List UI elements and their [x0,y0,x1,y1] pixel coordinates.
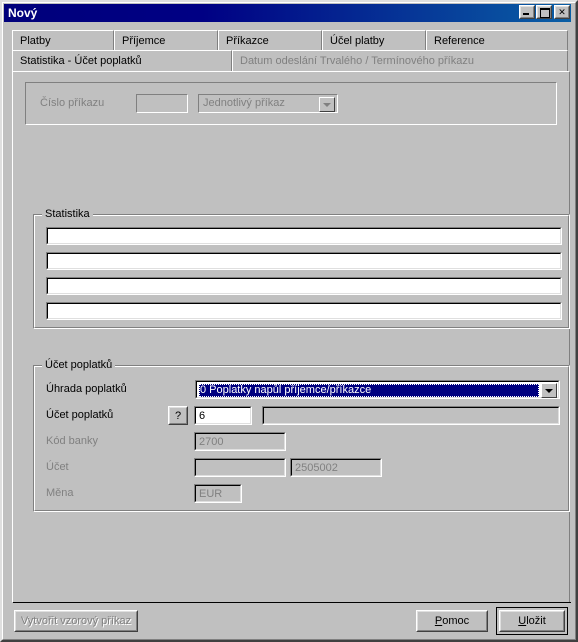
title-bar-buttons: ✕ [519,5,570,19]
tab-strip: Platby Příjemce Příkazce Účel platby Ref… [12,30,570,72]
tab-row-2: Statistika - Účet poplatků Datum odeslán… [12,50,570,71]
bank-code-label: Kód banky [46,435,98,447]
statistika-input-3-inner [47,278,561,294]
save-button[interactable]: Uložit [499,610,565,632]
close-icon: ✕ [558,6,566,17]
tab-ucel-platby[interactable]: Účel platby [322,30,426,51]
tab-prijemce[interactable]: Příjemce [114,30,218,51]
bank-code-input[interactable]: 2700 [194,432,286,451]
panel-shadow-line [13,602,571,603]
question-mark-icon: ? [174,409,182,422]
account-number-input[interactable]: 2505002 [290,458,382,477]
fee-account-help-button[interactable]: ? [168,406,188,425]
fee-payment-combobox[interactable]: 0 Poplatky napůl příjemce/příkazce [195,380,560,399]
statistika-input-1-inner [47,228,561,244]
fee-account-code-input[interactable]: 6 [194,406,252,425]
bank-code-value: 2700 [199,436,224,448]
order-number-input[interactable] [136,94,188,113]
create-template-order-label: Vytvořit vzorový příkaz [20,615,132,627]
statistika-group: Statistika [33,208,570,329]
help-button-label: Pomoc [435,615,469,627]
chevron-down-icon[interactable] [319,97,335,112]
title-bar[interactable]: Nový ✕ [4,4,571,22]
bank-code-inner: 2700 [195,433,285,450]
account-row-label: Účet [46,461,69,473]
currency-inner: EUR [195,485,241,502]
minimize-button[interactable] [519,5,535,19]
order-type-combobox[interactable]: Jednotlivý příkaz [198,94,338,113]
fee-account-code-inner: 6 [195,407,251,424]
tab-reference[interactable]: Reference [426,30,568,51]
statistika-input-4-inner [47,303,561,319]
tab-platby[interactable]: Platby [12,30,114,51]
create-template-order-button[interactable]: Vytvořit vzorový příkaz [14,610,138,632]
tab-statistika-ucet-poplatku[interactable]: Statistika - Účet poplatků [12,50,232,71]
maximize-icon [540,8,550,18]
account-prefix-inner [195,459,285,476]
tab-row-1: Platby Příjemce Příkazce Účel platby Ref… [12,30,570,51]
statistika-input-1[interactable] [46,227,562,245]
tab-prikazce[interactable]: Příkazce [218,30,322,51]
account-prefix-input[interactable] [194,458,286,477]
fee-payment-label: Úhrada poplatků [46,383,127,395]
minimize-icon [523,13,529,15]
save-button-default-frame: Uložit [496,607,568,635]
tab-content-panel: Číslo příkazu Jednotlivý příkaz Statisti… [12,71,570,603]
order-number-label: Číslo příkazu [40,97,105,109]
currency-value: EUR [199,488,223,500]
help-button-rest: omoc [442,615,470,627]
statistika-input-2-inner [47,253,561,269]
fee-account-group-label: Účet poplatků [42,359,116,371]
order-number-panel: Číslo příkazu Jednotlivý příkaz [25,82,557,125]
save-button-rest: ložit [526,615,546,627]
account-number-inner: 2505002 [291,459,381,476]
statistika-input-4[interactable] [46,302,562,320]
statistika-input-3[interactable] [46,277,562,295]
tab-datum-odeslani[interactable]: Datum odeslání Trvalého / Termínového př… [232,50,568,71]
save-button-label: Uložit [518,615,546,627]
save-button-mnemonic: U [518,615,527,627]
statistika-input-2[interactable] [46,252,562,270]
account-number-value: 2505002 [295,462,338,474]
fee-account-name-input[interactable] [262,406,560,425]
statistika-group-label: Statistika [42,208,93,220]
order-type-value: Jednotlivý příkaz [203,97,285,109]
fee-account-label: Účet poplatků [46,409,114,421]
fee-account-code-value: 6 [199,410,206,422]
close-button[interactable]: ✕ [554,5,570,19]
maximize-button[interactable] [536,5,552,19]
help-button[interactable]: Pomoc [416,610,488,632]
currency-input[interactable]: EUR [194,484,242,503]
currency-label: Měna [46,487,74,499]
fee-account-name-inner [263,407,559,424]
window-title: Nový [8,6,38,20]
fee-payment-combobox-inner: 0 Poplatky napůl příjemce/příkazce [196,381,559,398]
chevron-down-icon[interactable] [541,383,557,398]
dialog-window: Nový ✕ Platby Příjemce Příkazce Účel pla… [0,0,578,642]
fee-account-group: Účet poplatků Úhrada poplatků 0 Poplatky… [33,359,570,512]
fee-payment-value: 0 Poplatky napůl příjemce/příkazce [199,384,539,397]
